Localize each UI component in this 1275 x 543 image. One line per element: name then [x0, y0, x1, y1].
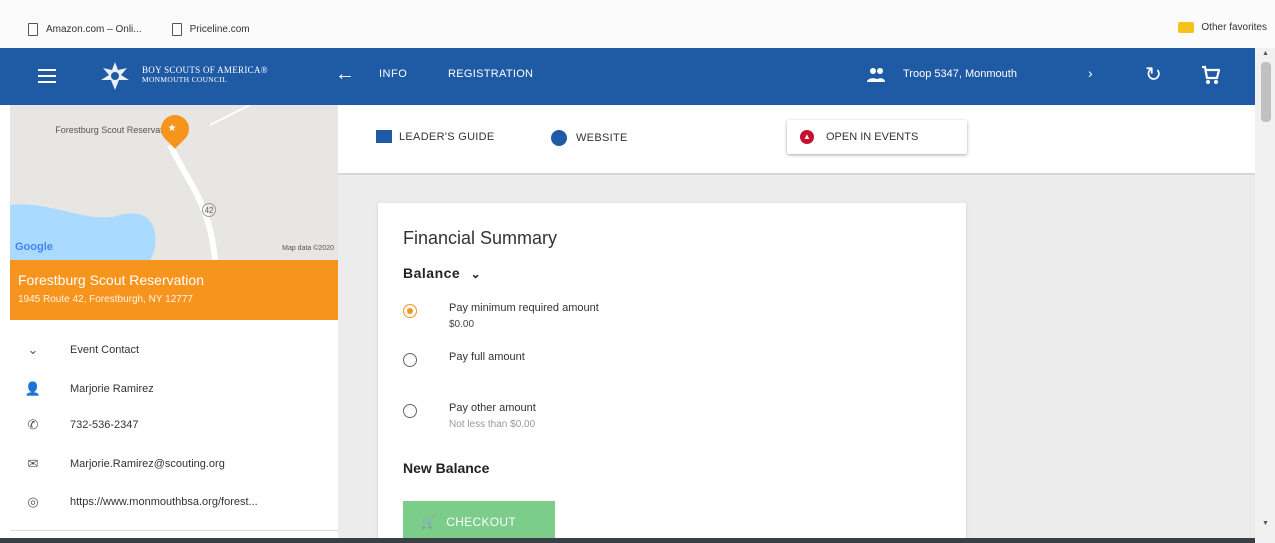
contact-email[interactable]: Marjorie.Ramirez@scouting.org	[70, 458, 225, 470]
option-label: Pay other amount	[449, 402, 536, 414]
page-icon	[171, 22, 182, 36]
option-sub: Not less than $0.00	[449, 419, 536, 430]
card-title: Financial Summary	[403, 228, 558, 248]
tab-registration[interactable]: REGISTRATION	[448, 68, 533, 80]
other-favorites[interactable]: Other favorites	[1178, 22, 1267, 33]
contact-email-row[interactable]: ✉ Marjorie.Ramirez@scouting.org	[10, 456, 338, 472]
brand-line2: MONMOUTH COUNCIL	[142, 75, 228, 84]
bookmark-priceline[interactable]: Priceline.com	[171, 22, 250, 36]
brand-line1: BOY SCOUTS OF AMERICA®	[142, 65, 268, 75]
website-label: WEBSITE	[576, 132, 628, 144]
location-header: Forestburg Scout Reservation 1945 Route …	[10, 260, 338, 320]
chevron-down-icon: ⌄	[27, 342, 39, 357]
bsa-logo-icon	[101, 62, 129, 90]
open-in-events-button[interactable]: ▲ OPEN IN EVENTS	[787, 120, 967, 154]
checkout-button[interactable]: 🛒 CHECKOUT	[403, 501, 555, 543]
bookmarks-bar: Amazon.com – Onli... Priceline.com Other…	[0, 10, 1275, 48]
app-bar: BOY SCOUTS OF AMERICA® MONMOUTH COUNCIL …	[0, 48, 1255, 153]
mail-icon: ✉	[27, 456, 39, 471]
divider	[10, 530, 338, 531]
contact-website-row[interactable]: ◎ https://www.monmouthbsa.org/forest...	[10, 494, 338, 510]
other-favorites-label: Other favorites	[1201, 22, 1267, 33]
bookmark-label: Priceline.com	[189, 23, 250, 35]
brand-name: BOY SCOUTS OF AMERICA® MONMOUTH COUNCIL	[142, 65, 268, 85]
open-in-events-label: OPEN IN EVENTS	[826, 131, 919, 143]
events-icon: ▲	[800, 130, 814, 144]
left-panel: Forestburg Scout Reservation ★ 42 Google…	[10, 105, 338, 543]
main-content: LEADER'S GUIDE WEBSITE ▲ OPEN IN EVENTS …	[338, 105, 1255, 543]
leaders-guide-link[interactable]: LEADER'S GUIDE	[376, 130, 495, 143]
leaders-guide-label: LEADER'S GUIDE	[399, 130, 495, 143]
troop-selector[interactable]: Troop 5347, Monmouth	[903, 68, 1017, 80]
scrollbar[interactable]: ▲ ▼	[1255, 48, 1275, 543]
chevron-down-icon: ⌄	[470, 267, 482, 281]
bookmark-amazon[interactable]: Amazon.com – Onli...	[28, 22, 142, 36]
location-address: 1945 Route 42, Forestburgh, NY 12777	[18, 294, 193, 305]
tab-info[interactable]: INFO	[379, 68, 407, 80]
radio-min-amount[interactable]	[403, 304, 417, 318]
contact-name: Marjorie Ramirez	[70, 383, 154, 395]
cart-icon[interactable]	[1200, 64, 1220, 86]
bookmark-label: Amazon.com – Onli...	[46, 23, 142, 35]
scroll-down-icon[interactable]: ▼	[1262, 520, 1269, 527]
new-balance-label: New Balance	[403, 460, 490, 476]
event-contact-label: Event Contact	[70, 344, 140, 356]
financial-summary-card: Financial Summary Balance ⌄ Pay minimum …	[378, 203, 966, 543]
arrow-left-icon[interactable]: ←	[335, 63, 355, 86]
option-label: Pay full amount	[449, 351, 525, 363]
google-logo: Google	[15, 241, 53, 253]
radio-other-amount[interactable]	[403, 404, 417, 418]
option-label: Pay minimum required amount	[449, 302, 599, 314]
balance-label: Balance	[403, 265, 461, 281]
refresh-icon[interactable]: ↻	[1145, 62, 1162, 87]
option-sub: $0.00	[449, 319, 475, 330]
event-contact-toggle[interactable]: ⌄ Event Contact	[10, 342, 338, 358]
contact-website[interactable]: https://www.monmouthbsa.org/forest...	[70, 496, 258, 508]
contact-name-row: 👤 Marjorie Ramirez	[10, 381, 338, 397]
contact-phone-row[interactable]: ✆ 732-536-2347	[10, 417, 338, 433]
contact-phone[interactable]: 732-536-2347	[70, 419, 139, 431]
location-name: Forestburg Scout Reservation	[18, 272, 204, 288]
menu-icon[interactable]	[38, 69, 56, 83]
globe-icon	[551, 130, 567, 146]
page-icon	[28, 22, 38, 36]
chevron-right-icon[interactable]: ›	[1088, 65, 1093, 81]
scrollbar-thumb[interactable]	[1261, 62, 1271, 122]
taskbar	[0, 538, 1255, 543]
radio-full-amount[interactable]	[403, 353, 417, 367]
map-attribution: Map data ©2020	[282, 245, 334, 252]
checkout-label: CHECKOUT	[446, 515, 516, 529]
person-icon: 👤	[24, 381, 42, 396]
book-icon	[376, 130, 392, 143]
cart-icon: 🛒	[421, 515, 437, 529]
route-marker: 42	[202, 203, 216, 217]
balance-toggle[interactable]: Balance ⌄	[403, 265, 481, 281]
event-toolbar: LEADER'S GUIDE WEBSITE ▲ OPEN IN EVENTS	[338, 105, 1255, 175]
map[interactable]: Forestburg Scout Reservation ★ 42 Google…	[10, 105, 338, 260]
phone-icon: ✆	[27, 417, 39, 432]
browser-top-strip	[0, 0, 1275, 10]
globe-icon: ◎	[27, 494, 39, 509]
folder-icon	[1178, 22, 1195, 33]
group-icon	[867, 68, 885, 82]
scroll-up-icon[interactable]: ▲	[1262, 50, 1269, 57]
website-link[interactable]: WEBSITE	[551, 130, 628, 146]
